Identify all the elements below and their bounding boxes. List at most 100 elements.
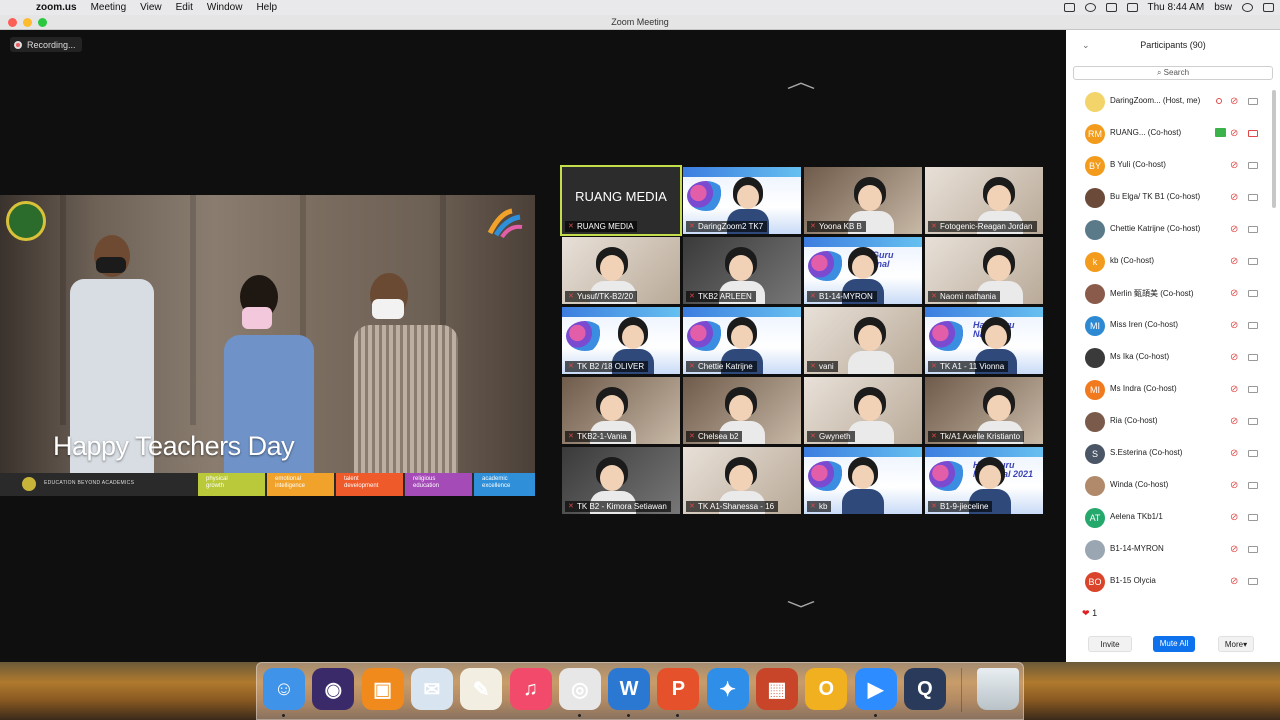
menubar-clock[interactable]: Thu 8:44 AM bbox=[1148, 2, 1205, 13]
mic-muted-icon[interactable]: ⊘ bbox=[1230, 448, 1239, 459]
participant-row[interactable]: DaringZoom... (Host, me) ⊘ bbox=[1066, 86, 1274, 118]
participant-search-input[interactable]: ⌕ Search bbox=[1073, 66, 1273, 80]
video-tile[interactable]: RUANG MEDIA ✕ RUANG MEDIA bbox=[560, 165, 682, 236]
mic-muted-icon[interactable]: ⊘ bbox=[1230, 192, 1239, 203]
photo-booth-icon[interactable]: ▦ bbox=[756, 668, 798, 710]
camera-icon[interactable] bbox=[1248, 98, 1258, 105]
camera-icon[interactable] bbox=[1248, 162, 1258, 169]
siri-icon[interactable]: ◉ bbox=[312, 668, 355, 710]
participant-row[interactable]: Ms Ika (Co-host) ⊘ bbox=[1066, 342, 1274, 374]
camera-icon[interactable] bbox=[1248, 226, 1258, 233]
participant-row[interactable]: Chettie Katrijne (Co-host) ⊘ bbox=[1066, 214, 1274, 246]
participant-row[interactable]: B1-14-MYRON ⊘ bbox=[1066, 534, 1274, 566]
camera-icon[interactable] bbox=[1248, 450, 1258, 457]
camera-icon[interactable] bbox=[1248, 290, 1258, 297]
camera-icon[interactable] bbox=[1248, 386, 1258, 393]
video-tile[interactable]: ✕ Fotogenic-Reagan Jordan bbox=[925, 167, 1043, 234]
video-tile[interactable]: ✕ TK B2 - Kimora Setiawan bbox=[562, 447, 680, 514]
opera-icon[interactable]: O bbox=[805, 668, 848, 710]
close-window-button[interactable] bbox=[8, 18, 17, 27]
word-icon[interactable]: W bbox=[608, 668, 651, 710]
participant-row[interactable]: BY B Yuli (Co-host) ⊘ bbox=[1066, 150, 1274, 182]
participant-row[interactable]: MI Ms Indra (Co-host) ⊘ bbox=[1066, 374, 1274, 406]
mic-muted-icon[interactable]: ⊘ bbox=[1230, 512, 1239, 523]
menu-edit[interactable]: Edit bbox=[176, 2, 193, 13]
menu-meeting[interactable]: Meeting bbox=[91, 2, 127, 13]
camera-icon[interactable] bbox=[1248, 482, 1258, 489]
participant-row[interactable]: S S.Esterina (Co-host) ⊘ bbox=[1066, 438, 1274, 470]
participant-row[interactable]: Ria (Co-host) ⊘ bbox=[1066, 406, 1274, 438]
more-button[interactable]: More▾ bbox=[1218, 636, 1254, 652]
participant-row[interactable]: BO B1-15 Olycia ⊘ bbox=[1066, 566, 1274, 598]
mic-muted-icon[interactable]: ⊘ bbox=[1230, 288, 1239, 299]
menu-app-name[interactable]: zoom.us bbox=[36, 2, 77, 13]
mic-muted-icon[interactable]: ⊘ bbox=[1230, 352, 1239, 363]
trash-icon[interactable] bbox=[977, 668, 1019, 710]
mic-muted-icon[interactable]: ⊘ bbox=[1230, 384, 1239, 395]
mic-muted-icon[interactable]: ⊘ bbox=[1230, 576, 1239, 587]
quicktime-icon[interactable]: Q bbox=[903, 668, 946, 710]
mic-muted-icon[interactable]: ⊘ bbox=[1230, 320, 1239, 331]
collapse-chevron-icon[interactable]: ⌄ bbox=[1082, 30, 1090, 60]
invite-button[interactable]: Invite bbox=[1088, 636, 1132, 652]
finder-icon[interactable]: ☺ bbox=[263, 668, 305, 710]
menu-help[interactable]: Help bbox=[256, 2, 277, 13]
bluetooth-icon[interactable] bbox=[1084, 3, 1096, 12]
camera-icon[interactable] bbox=[1248, 354, 1258, 361]
powerpoint-icon[interactable]: P bbox=[657, 668, 700, 710]
camera-icon[interactable] bbox=[1248, 194, 1258, 201]
wifi-icon[interactable] bbox=[1105, 3, 1117, 12]
participant-row[interactable]: k kb (Co-host) ⊘ bbox=[1066, 246, 1274, 278]
battery-icon[interactable] bbox=[1126, 3, 1138, 12]
menu-window[interactable]: Window bbox=[207, 2, 243, 13]
participant-row[interactable]: MI Miss Iren (Co-host) ⊘ bbox=[1066, 310, 1274, 342]
mic-muted-icon[interactable]: ⊘ bbox=[1230, 160, 1239, 171]
mic-muted-icon[interactable]: ⊘ bbox=[1230, 480, 1239, 491]
video-tile[interactable]: ✕ DaringZoom2 TK7 bbox=[683, 167, 801, 234]
video-tile[interactable]: ✕ Chettie Katrijne bbox=[683, 307, 801, 374]
camera-icon[interactable] bbox=[1248, 514, 1258, 521]
participant-row[interactable]: RM RUANG... (Co-host) ⊘ bbox=[1066, 118, 1274, 150]
books-icon[interactable]: ▣ bbox=[361, 668, 404, 710]
safari-icon[interactable]: ✦ bbox=[706, 668, 749, 710]
page-up-arrow-icon[interactable]: ︿ bbox=[787, 68, 816, 94]
video-tile[interactable]: ✕ Chelsea b2 bbox=[683, 377, 801, 444]
mute-all-button[interactable]: Mute All bbox=[1153, 636, 1195, 652]
zoom-window-button[interactable] bbox=[38, 18, 47, 27]
mic-muted-icon[interactable]: ⊘ bbox=[1230, 128, 1239, 139]
music-icon[interactable]: ♫ bbox=[509, 668, 552, 710]
menubar-user[interactable]: bsw bbox=[1214, 2, 1232, 13]
camera-icon[interactable] bbox=[1248, 258, 1258, 265]
camera-icon[interactable] bbox=[1248, 546, 1258, 553]
video-tile[interactable]: ✕ kb bbox=[804, 447, 922, 514]
chrome-icon[interactable]: ◎ bbox=[558, 668, 601, 710]
video-tile[interactable]: Hari Guru Nasional✕B1-14-MYRON bbox=[804, 237, 922, 304]
video-tile[interactable]: ✕ Tk/A1 Axelle Kristianto bbox=[925, 377, 1043, 444]
participant-row[interactable]: AT Aelena TKb1/1 ⊘ bbox=[1066, 502, 1274, 534]
video-tile[interactable]: Hari Guru Nasional 2021✕B1-9-jieceline bbox=[925, 447, 1043, 514]
mail-icon[interactable]: ✉ bbox=[410, 668, 453, 710]
camera-icon[interactable] bbox=[1248, 322, 1258, 329]
participant-row[interactable]: Winda (Co-host) ⊘ bbox=[1066, 470, 1274, 502]
mic-muted-icon[interactable]: ⊘ bbox=[1230, 224, 1239, 235]
video-tile[interactable]: ✕ TK A1-Shanessa - 16 bbox=[683, 447, 801, 514]
page-down-arrow-icon[interactable]: ﹀ bbox=[787, 596, 816, 622]
recording-indicator[interactable]: Recording... bbox=[10, 37, 82, 52]
mic-muted-icon[interactable]: ⊘ bbox=[1230, 256, 1239, 267]
minimize-window-button[interactable] bbox=[23, 18, 32, 27]
mic-muted-icon[interactable]: ⊘ bbox=[1230, 544, 1239, 555]
zoom-icon[interactable]: ▶ bbox=[854, 668, 897, 710]
zoom-status-icon[interactable] bbox=[1063, 3, 1075, 12]
video-tile[interactable]: ✕ TKB2-1-Vania bbox=[562, 377, 680, 444]
notification-center-icon[interactable] bbox=[1263, 3, 1274, 12]
video-tile[interactable]: ✕ Yoona KB B bbox=[804, 167, 922, 234]
participant-row[interactable]: Bu Elga/ TK B1 (Co-host) ⊘ bbox=[1066, 182, 1274, 214]
mic-muted-icon[interactable]: ⊘ bbox=[1230, 416, 1239, 427]
video-tile[interactable]: ✕ Naomi nathania bbox=[925, 237, 1043, 304]
camera-icon[interactable] bbox=[1248, 578, 1258, 585]
participant-row[interactable]: Merlin 甄頡美 (Co-host) ⊘ bbox=[1066, 278, 1274, 310]
video-tile[interactable]: ✕ vani bbox=[804, 307, 922, 374]
video-tile[interactable]: ✕ Gwyneth bbox=[804, 377, 922, 444]
video-tile[interactable]: ✕ Yusuf/TK-B2/20 bbox=[562, 237, 680, 304]
camera-icon[interactable] bbox=[1248, 418, 1258, 425]
